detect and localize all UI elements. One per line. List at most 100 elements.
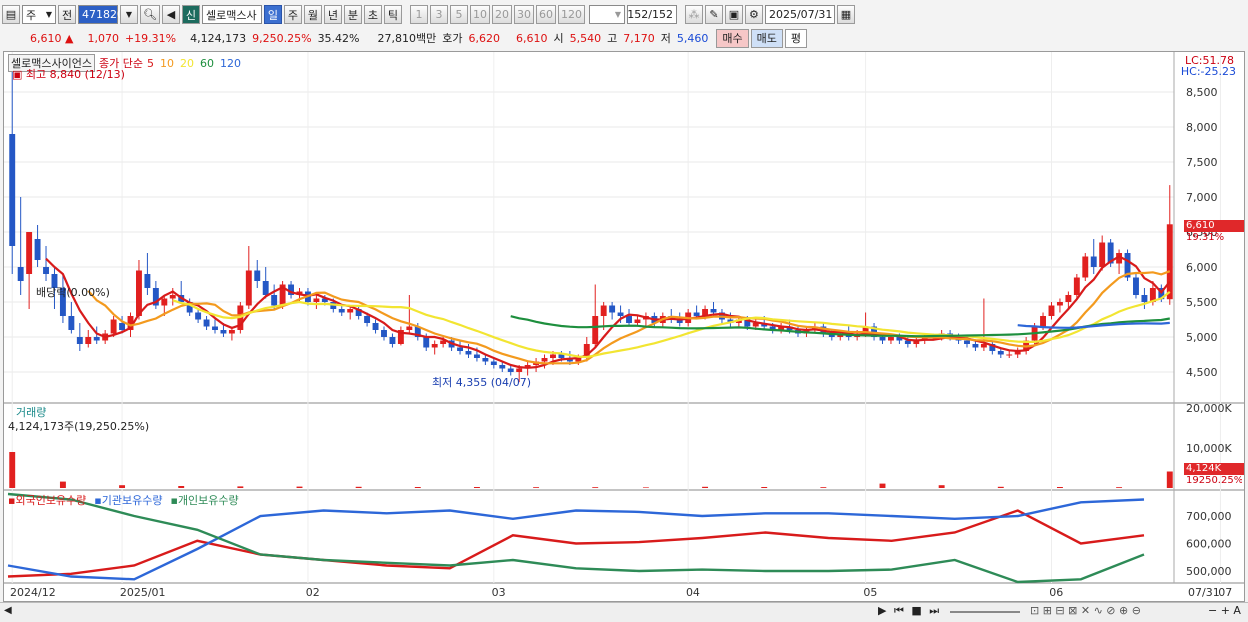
candle-body [17,267,24,281]
candle-body [1099,242,1106,267]
playback-controls[interactable]: ▶ ⏮ ■ ⏭ [878,604,941,618]
zoom-controls[interactable]: − + A [1208,604,1241,617]
interval-tab-120[interactable]: 120 [557,5,585,24]
volume-tick-label: 10,000K [1186,442,1232,455]
date-field[interactable]: 2025/07/31 [764,5,835,24]
calendar-icon[interactable]: ▦ [836,5,855,24]
volume-bar [296,486,303,488]
interval-tab-1[interactable]: 1 [409,5,428,24]
max-label: ▣ 최고 8,840 (12/13) [12,68,125,81]
chart-menu-icon[interactable]: ▤ [2,5,20,24]
candle-body [338,309,345,313]
candle-body [558,354,565,358]
period-tab-5[interactable]: 초 [363,5,382,24]
holding-tick-label: 700,000 [1186,510,1232,523]
candle-body [887,337,894,341]
low-price: 5,460 [676,31,709,45]
ask-price: 6,620 [468,31,501,45]
candle-body [972,344,979,348]
speaker-icon[interactable]: ◀ [161,5,180,24]
open-price: 5,540 [569,31,602,45]
volume-bar-last [1166,471,1173,488]
x-axis-end-label: 07/31 [1188,586,1220,599]
interval-tab-10[interactable]: 10 [469,5,490,24]
candle-body [34,239,41,260]
interval-tab-20[interactable]: 20 [491,5,512,24]
interval-tab-30[interactable]: 30 [513,5,534,24]
high-price: 7,170 [623,31,655,45]
volume-bar [59,481,66,488]
scroll-left-icon[interactable]: ◀ [4,605,12,616]
ma-periods: 5 10 20 60 120 [147,57,247,70]
scroll-bar[interactable]: ◀ ▶ ⏮ ■ ⏭ ⊡ ⊞ ⊟ ⊠ ✕ ∿ ⊘ ⊕ ⊖ − + A [0,602,1248,622]
bid-price: 6,610 [516,31,548,45]
volume-bar [1116,487,1123,488]
interval-tab-3[interactable]: 3 [429,5,448,24]
candle-body [1048,305,1055,316]
period-tabs: 일주월년분초틱 [262,5,402,24]
volume-tick-label: 20,000K [1186,402,1232,415]
sell-button[interactable]: 매도 [750,28,783,48]
period-tab-6[interactable]: 틱 [383,5,402,24]
candle-body [1082,256,1089,278]
dividend-label: 배당락(0.00%) [36,286,110,299]
candle-body [364,316,371,323]
candle-body [541,358,548,362]
holding-legend-item: ▪외국인보유수량 [8,494,87,507]
period-tab-4[interactable]: 분 [343,5,362,24]
current-price: 6,610 ▲ [30,31,74,45]
candle-body [220,330,227,334]
chart-canvas[interactable]: 8,5008,0007,5007,0006,5006,0005,5005,000… [4,52,1244,601]
eval-button[interactable]: 평 [784,28,807,48]
price-change: 1,070 [87,31,119,45]
period-tab-2[interactable]: 월 [303,5,322,24]
price-tick-label: 6,000 [1186,261,1218,274]
count-field[interactable]: 152/152 [626,5,677,24]
candle-body [313,298,320,302]
buy-button[interactable]: 매수 [716,28,749,48]
link-icon[interactable]: ⁂ [684,5,703,24]
volume-bar [1056,487,1063,488]
candle-body [161,298,168,306]
tool-icons[interactable]: ⊡ ⊞ ⊟ ⊠ ✕ ∿ ⊘ ⊕ ⊖ [1030,604,1141,617]
volume-pct-tag: 19250.25% [1186,475,1242,486]
period-tab-3[interactable]: 년 [323,5,342,24]
candle-body [457,347,463,351]
candle-body [431,344,438,348]
candle-body [245,270,252,306]
holding-tick-label: 500,000 [1186,565,1232,578]
x-axis-label: 02 [306,586,320,599]
save-icon[interactable]: ▣ [724,5,743,24]
x-axis-label: 03 [492,586,506,599]
draw-tool-icon[interactable]: ✎ [704,5,723,24]
candle-body [964,340,970,344]
zoom-slider[interactable] [950,611,1020,613]
prev-stock-button[interactable]: 전 [58,5,76,24]
period-tab-1[interactable]: 주 [283,5,302,24]
candle-body [1090,256,1097,267]
interval-tab-60[interactable]: 60 [535,5,556,24]
period-tab-0[interactable]: 일 [263,5,282,24]
market-select[interactable]: 주 ▼ [22,5,56,24]
candle-body [626,316,632,323]
interval-tabs: 1 3 5 10 20 30 60 120 [408,5,585,24]
candle-body [516,368,523,372]
candle-body [228,330,235,334]
open-label: 시 [553,32,564,45]
volume-bar [178,486,185,488]
search-icon[interactable]: 🔍︎ [140,5,160,24]
interval-tab-5[interactable]: 5 [449,5,468,24]
interval-select[interactable]: ▼ [588,5,625,24]
candle-body [262,281,269,295]
stock-code-input[interactable]: 471820 [78,5,124,24]
candle-body [592,316,599,344]
candle-body [1166,224,1173,300]
current-price-tag: 6,610 [1184,220,1244,232]
candle-body [372,323,379,330]
candle-body [609,305,616,313]
code-dropdown-icon[interactable]: ▼ [120,5,138,24]
gear-icon[interactable]: ⚙ [744,5,763,24]
candle-body [119,323,126,330]
volume-bar [119,485,126,488]
candle-body [1006,354,1013,356]
